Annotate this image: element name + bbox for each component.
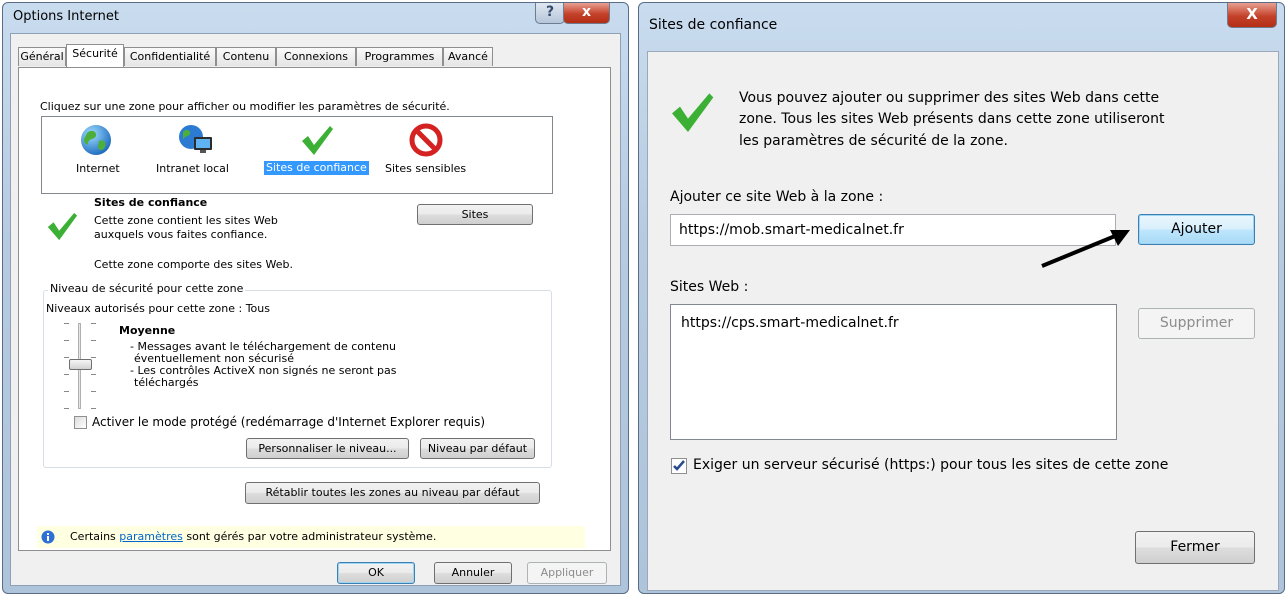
tab-security[interactable]: Sécurité <box>66 44 124 67</box>
admin-note-post: sont gérés par votre administrateur syst… <box>186 530 437 543</box>
sites-button[interactable]: Sites <box>417 204 533 225</box>
tab-programs[interactable]: Programmes <box>356 47 443 66</box>
add-button[interactable]: Ajouter <box>1138 214 1255 245</box>
sites-list[interactable]: https://cps.smart-medicalnet.fr <box>670 304 1117 440</box>
zone-description-2: auxquels vous faites confiance. <box>94 228 268 241</box>
zone-label-trusted: Sites de confiance <box>264 161 369 175</box>
ok-button[interactable]: OK <box>337 562 415 584</box>
admin-note-text: Certains paramètres sont gérés par votre… <box>70 530 436 543</box>
levels-allowed: Niveaux autorisés pour cette zone : Tous <box>46 302 270 315</box>
default-level-button[interactable]: Niveau par défaut <box>420 438 535 459</box>
checkmark-icon <box>672 93 714 132</box>
forbidden-icon <box>409 123 443 157</box>
close-button[interactable]: X <box>1227 3 1277 28</box>
slider-thumb[interactable] <box>69 359 92 370</box>
security-level-group: Niveau de sécurité pour cette zone Nivea… <box>43 282 552 468</box>
remove-button[interactable]: Supprimer <box>1138 308 1255 339</box>
apply-button[interactable]: Appliquer <box>527 562 607 584</box>
zone-title: Sites de confiance <box>94 196 208 209</box>
window-title: Options Internet <box>13 9 119 24</box>
tab-connections[interactable]: Connexions <box>276 47 356 66</box>
admin-note-pre: Certains <box>70 530 116 543</box>
protected-mode-checkbox[interactable] <box>74 416 87 429</box>
zone-trusted[interactable]: Sites de confiance <box>264 123 374 183</box>
tab-general[interactable]: Général <box>18 47 66 66</box>
info-text-3: les paramètres de sécurité de la zone. <box>739 133 1008 149</box>
zone-description-1: Cette zone contient les sites Web <box>94 214 278 227</box>
security-tab-page: Cliquez sur une zone pour afficher ou mo… <box>18 67 611 551</box>
admin-info-bar: Certains paramètres sont gérés par votre… <box>37 526 585 548</box>
cancel-button[interactable]: Annuler <box>434 562 512 584</box>
zone-checkmark-icon <box>47 212 78 241</box>
help-button[interactable]: ? <box>535 3 565 24</box>
protected-mode-label[interactable]: Activer le mode protégé (redémarrage d'I… <box>92 415 485 429</box>
admin-settings-link[interactable]: paramètres <box>119 530 183 543</box>
zone-instruction: Cliquez sur une zone pour afficher ou mo… <box>40 100 450 113</box>
add-site-label: Ajouter ce site Web à la zone : <box>670 189 884 205</box>
info-text-1: Vous pouvez ajouter ou supprimer des sit… <box>739 90 1160 106</box>
zone-restricted[interactable]: Sites sensibles <box>384 123 474 183</box>
zone-label-internet: Internet <box>76 162 120 175</box>
info-text-2: zone. Tous les sites Web présents dans c… <box>739 111 1165 127</box>
checkbox-check-icon <box>673 460 685 471</box>
reset-all-zones-button[interactable]: Rétablir toutes les zones au niveau par … <box>245 482 540 504</box>
trusted-sites-window: Sites de confiance X Vous pouvez ajouter… <box>638 2 1285 594</box>
zone-internet[interactable]: Internet <box>68 123 128 183</box>
require-https-label[interactable]: Exiger un serveur sécurisé (https:) pour… <box>693 457 1168 473</box>
security-level-slider[interactable] <box>64 323 96 409</box>
level-name: Moyenne <box>119 324 176 337</box>
dialog-body: Vous pouvez ajouter ou supprimer des sit… <box>647 51 1279 591</box>
internet-options-window: Options Internet ? x Général Sécurité Co… <box>2 2 629 594</box>
globe-icon <box>81 125 111 155</box>
dialog-body: Général Sécurité Confidentialité Contenu… <box>10 33 621 586</box>
level-group-title: Niveau de sécurité pour cette zone <box>48 282 246 295</box>
close-dialog-button[interactable]: Fermer <box>1135 531 1255 564</box>
require-https-checkbox[interactable] <box>671 458 687 474</box>
tab-advanced[interactable]: Avancé <box>443 47 493 66</box>
zone-label-restricted: Sites sensibles <box>385 162 467 175</box>
intranet-icon <box>179 125 212 153</box>
sites-list-label: Sites Web : <box>670 279 749 295</box>
zone-note: Cette zone comporte des sites Web. <box>94 258 293 271</box>
tab-privacy[interactable]: Confidentialité <box>124 47 216 66</box>
list-item[interactable]: https://cps.smart-medicalnet.fr <box>681 315 899 331</box>
zone-intranet[interactable]: Intranet local <box>156 123 236 183</box>
close-button[interactable]: x <box>563 3 610 24</box>
custom-level-button[interactable]: Personnaliser le niveau... <box>246 438 409 459</box>
zone-label-intranet: Intranet local <box>156 162 229 175</box>
level-description-4: téléchargés <box>134 376 199 389</box>
zone-list: Internet Intranet local Sites de confian… <box>41 116 553 194</box>
tab-content[interactable]: Contenu <box>216 47 276 66</box>
checkmark-icon <box>302 126 333 155</box>
tab-strip: Général Sécurité Confidentialité Contenu… <box>18 44 578 69</box>
info-icon <box>41 530 55 544</box>
arrow-annotation <box>1041 230 1130 268</box>
window-title: Sites de confiance <box>649 17 778 33</box>
